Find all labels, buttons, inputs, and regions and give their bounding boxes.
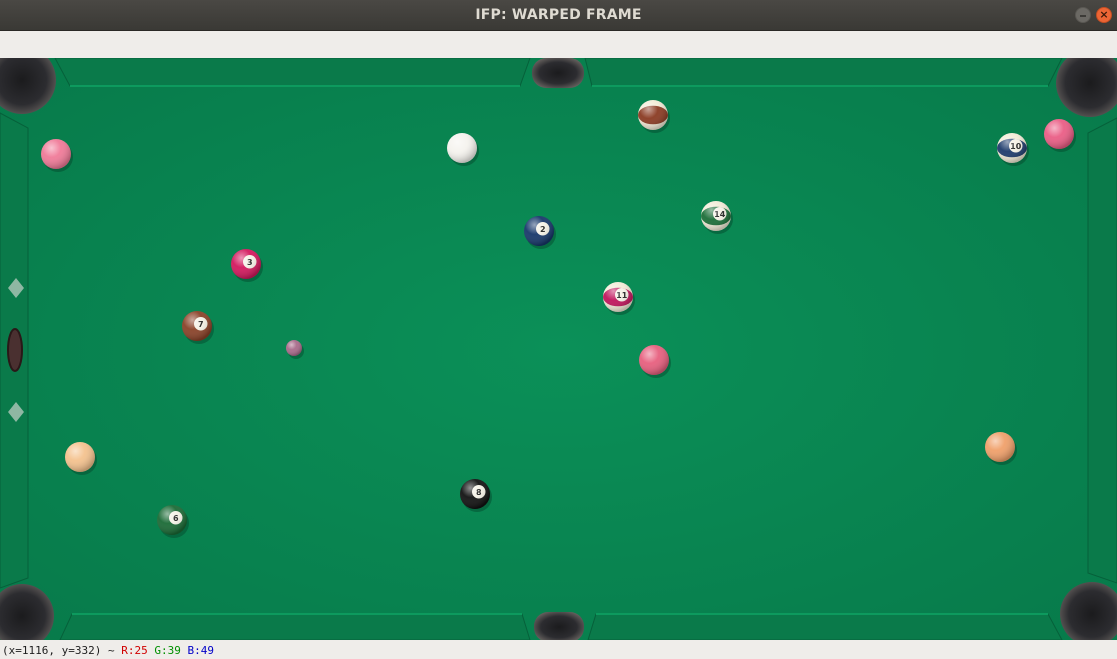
title-bar[interactable]: IFP: WARPED FRAME × [0,0,1117,31]
blue-value: B:49 [187,644,214,657]
image-canvas[interactable]: 10214311786 [0,58,1117,640]
close-button[interactable]: × [1096,7,1112,23]
window-title: IFP: WARPED FRAME [475,7,642,23]
red-value: R:25 [121,644,148,657]
top-right-cushion [584,58,1063,87]
bottom-left-cushion [59,613,531,640]
minimize-icon [1080,15,1086,17]
close-icon: × [1099,8,1109,21]
toolbar-area [0,31,1117,58]
bottom-right-cushion [587,613,1063,640]
pool-table-image[interactable]: 10214311786 [0,58,1117,640]
top-left-cushion [54,58,531,87]
app-window: IFP: WARPED FRAME × (x=1116, y=332) ~ R:… [0,0,1117,659]
right-cushion [1087,117,1117,584]
pocket-bottom-middle [534,612,584,640]
rail-badge [7,328,23,372]
green-value: G:39 [154,644,181,657]
pocket-top-middle [532,58,584,88]
minimize-button[interactable] [1075,7,1091,23]
status-bar: (x=1116, y=332) ~ R:25 G:39 B:49 [0,643,1117,659]
cursor-position: (x=1116, y=332) ~ [2,644,115,657]
table-felt [0,58,1117,640]
